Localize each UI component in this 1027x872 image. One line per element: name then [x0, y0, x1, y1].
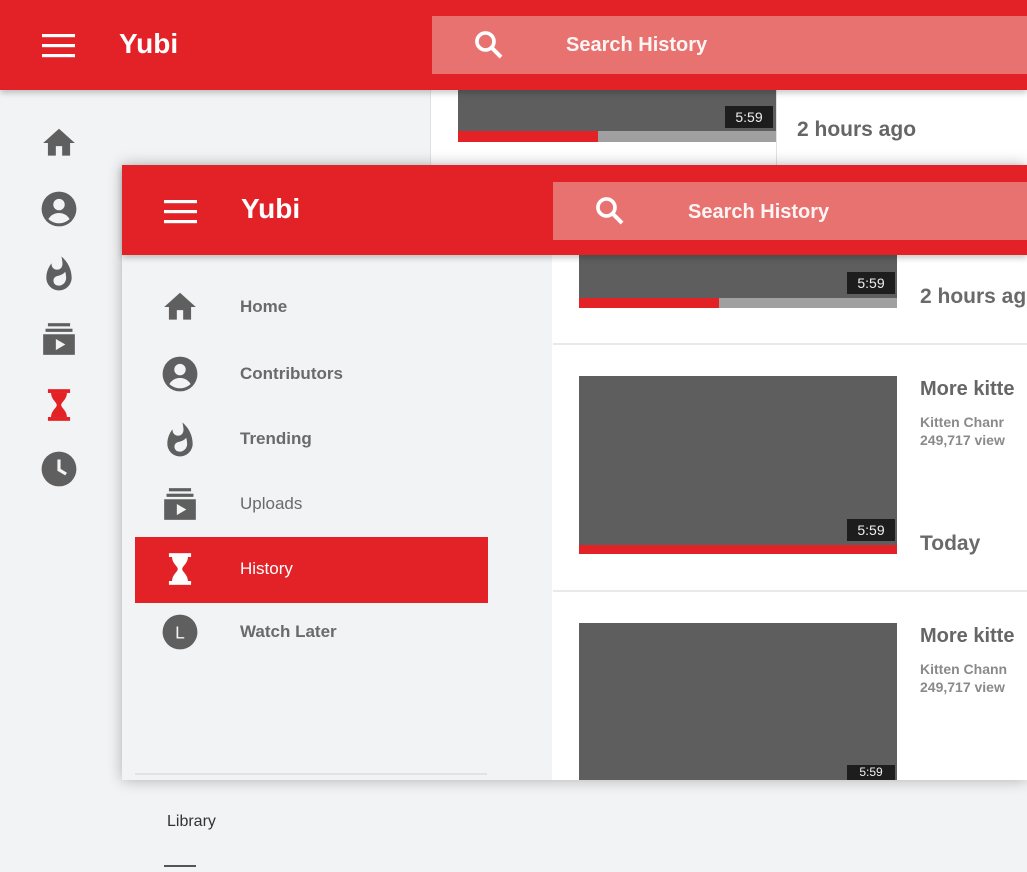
video-duration: 5:59 [847, 272, 895, 294]
sidebar-item-label: History [240, 559, 293, 578]
history-list: 5:59 2 hours ag 5:59 More kitte Kitten C… [553, 255, 1027, 780]
divider [776, 90, 777, 165]
app-logo[interactable]: Yubi [241, 193, 300, 225]
video-views: 249,717 view [920, 432, 1005, 448]
watch-progress-bar [579, 298, 897, 308]
playlist-icon [164, 865, 196, 872]
menu-icon[interactable] [164, 200, 198, 224]
video-views: 249,717 view [920, 679, 1005, 695]
sidebar-item-contributors[interactable]: Contributors [135, 342, 488, 406]
watch-progress-bar [458, 131, 776, 142]
video-duration: 5:59 [725, 106, 773, 128]
video-timestamp: 2 hours ago [797, 118, 917, 141]
video-thumbnail[interactable] [579, 623, 897, 780]
search-icon[interactable] [593, 194, 627, 228]
contributors-icon [161, 355, 199, 393]
search-icon[interactable] [472, 28, 506, 62]
video-card[interactable]: 5:59 More kitte Kitten Chanr 249,717 vie… [553, 345, 1027, 590]
uploads-icon [161, 485, 199, 523]
search-placeholder: Search History [566, 34, 708, 56]
sidebar-item-watch-later[interactable]: L Watch Later [135, 600, 488, 664]
sidebar-item-label: Trending [240, 429, 312, 448]
video-title[interactable]: More kitte [920, 625, 1014, 648]
watch-later-icon: L [161, 613, 199, 651]
sidebar-item-uploads[interactable]: Uploads [135, 472, 488, 536]
sidebar: Home Contributors Trending Uploads Histo… [122, 255, 552, 867]
video-duration: 5:59 [847, 765, 895, 780]
history-icon [161, 550, 199, 588]
trending-icon [161, 420, 199, 458]
video-timestamp: 2 hours ag [920, 285, 1027, 308]
sidebar-item-home[interactable]: Home [135, 275, 488, 339]
watch-later-icon[interactable] [40, 450, 78, 488]
front-app-window: Yubi Search History Home Contributors Tr… [122, 165, 1027, 867]
contributors-icon[interactable] [40, 190, 78, 228]
video-duration: 5:59 [847, 519, 895, 541]
svg-text:L: L [175, 623, 185, 643]
sidebar-item-trending[interactable]: Trending [135, 407, 488, 471]
app-header: Yubi Search History [122, 165, 1027, 255]
video-card[interactable]: 5:59 More kitte Kitten Chann 249,717 vie… [553, 592, 1027, 780]
app-logo[interactable]: Yubi [119, 28, 178, 60]
video-title[interactable]: More kitte [920, 378, 1014, 401]
sidebar-item-label: Home [240, 297, 288, 316]
video-card[interactable]: 5:59 2 hours ag [553, 255, 1027, 343]
divider [135, 773, 487, 775]
watch-progress-bar [579, 545, 897, 554]
trending-icon[interactable] [40, 254, 78, 292]
home-icon[interactable] [40, 124, 78, 162]
sidebar-item-label: Watch Later [240, 622, 337, 641]
history-icon[interactable] [40, 386, 78, 424]
search-input[interactable]: Search History [553, 182, 1027, 240]
uploads-icon[interactable] [40, 320, 78, 358]
video-timestamp: Today [920, 532, 981, 555]
search-input[interactable]: Search History [432, 16, 1027, 74]
section-heading-library: Library [167, 813, 216, 830]
video-channel[interactable]: Kitten Chann [920, 660, 1007, 678]
sidebar-item-label: Contributors [240, 364, 343, 383]
sidebar-item-label: Uploads [240, 494, 303, 513]
home-icon [161, 288, 199, 326]
menu-icon[interactable] [42, 34, 76, 58]
video-channel[interactable]: Kitten Chanr [920, 413, 1004, 431]
search-placeholder: Search History [688, 201, 830, 223]
app-header: Yubi Search History [0, 0, 1027, 90]
sidebar-item-history[interactable]: History [135, 537, 488, 603]
